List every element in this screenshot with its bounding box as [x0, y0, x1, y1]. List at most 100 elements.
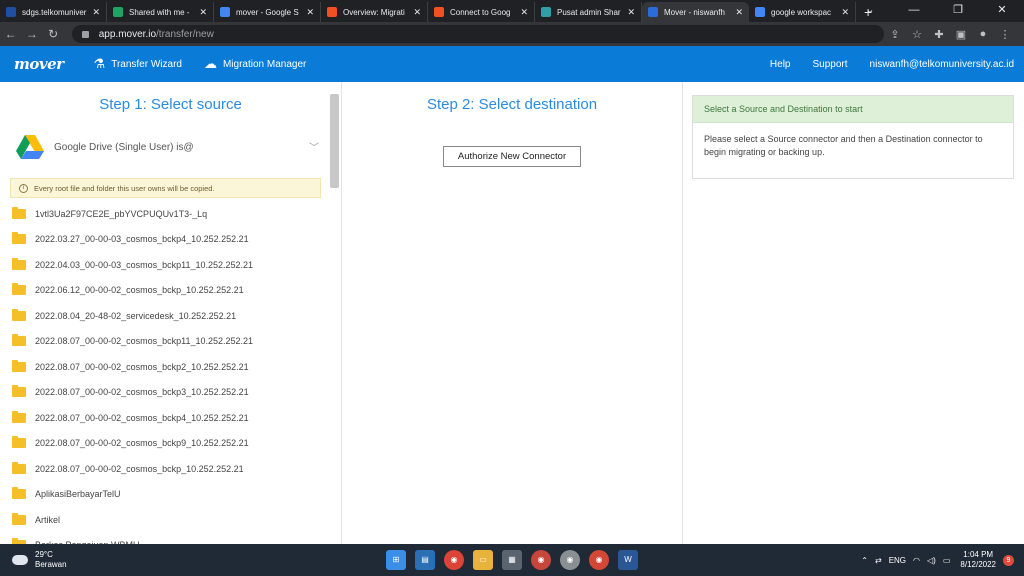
browser-tab[interactable]: google workspac ✕ — [749, 2, 856, 22]
battery-icon[interactable]: ▭ — [943, 556, 951, 565]
chrome-profile-icon[interactable]: ◉ — [531, 550, 551, 570]
address-bar: ← → ↻ app.mover.io/transfer/new ⇪ ☆ ✚ ▣ … — [0, 22, 1024, 46]
chrome-profile3-icon[interactable]: ◉ — [589, 550, 609, 570]
mover-logo[interactable]: mover — [14, 55, 64, 73]
step2-title: Step 2: Select destination — [426, 96, 598, 113]
list-item[interactable]: 2022.08.04_20-48-02_servicedesk_10.252.2… — [12, 303, 327, 329]
list-item[interactable]: AplikasiBerbayarTelU — [12, 482, 327, 508]
volume-icon[interactable]: ◁) — [927, 556, 936, 565]
word-icon[interactable]: W — [618, 550, 638, 570]
file-name: AplikasiBerbayarTelU — [35, 489, 121, 500]
tab-close-icon[interactable]: ✕ — [92, 7, 100, 18]
list-item[interactable]: 2022.08.07_00-00-02_cosmos_bckp11_10.252… — [12, 329, 327, 355]
nav-support[interactable]: Support — [813, 59, 848, 70]
notepad-icon[interactable]: ▤ — [415, 550, 435, 570]
wifi-icon[interactable]: ◠ — [913, 556, 920, 565]
store-icon[interactable]: ▦ — [502, 550, 522, 570]
nav-transfer-wizard[interactable]: ⚗ Transfer Wizard — [94, 56, 182, 72]
tab-label: Overview: Migrati — [343, 7, 405, 17]
tab-favicon-icon — [220, 7, 230, 17]
clock[interactable]: 1:04 PM 8/12/2022 — [960, 550, 996, 570]
nav-migration-manager-label: Migration Manager — [222, 58, 307, 70]
tab-close-icon[interactable]: ✕ — [627, 7, 635, 18]
source-scrollbar[interactable] — [330, 94, 339, 188]
tab-close-icon[interactable]: ✕ — [735, 7, 743, 18]
tab-close-icon[interactable]: ✕ — [199, 7, 207, 18]
tab-close-icon[interactable]: ✕ — [520, 7, 528, 18]
tab-favicon-icon — [434, 7, 444, 17]
back-icon[interactable]: ← — [0, 27, 21, 41]
browser-tab[interactable]: mover - Google S ✕ — [214, 2, 321, 22]
file-name: 2022.08.07_00-00-02_cosmos_bckp4_10.252.… — [35, 412, 249, 423]
start-icon[interactable]: ⊞ — [386, 550, 406, 570]
profile-icon[interactable]: ● — [972, 28, 994, 41]
start-info-body: Please select a Source connector and the… — [704, 134, 983, 157]
tab-favicon-icon — [113, 7, 123, 17]
file-name: 2022.08.07_00-00-02_cosmos_bckp_10.252.2… — [35, 463, 244, 474]
file-name: 2022.08.07_00-00-02_cosmos_bckp9_10.252.… — [35, 438, 249, 449]
chrome-icon[interactable]: ◉ — [444, 550, 464, 570]
extensions-icon[interactable]: ✚ — [928, 28, 950, 41]
tab-close-icon[interactable]: ✕ — [306, 7, 314, 18]
browser-menu-icon[interactable]: ⋮ — [994, 28, 1016, 41]
chevron-down-icon[interactable]: ﹀ — [309, 139, 319, 154]
source-connector-select[interactable]: Google Drive (Single User) is@ ﹀ — [10, 127, 325, 167]
tab-search-icon[interactable]: ⌄ — [848, 0, 892, 22]
folder-icon — [12, 206, 26, 219]
authorize-new-connector-button[interactable]: Authorize New Connector — [443, 146, 581, 167]
browser-tab[interactable]: Shared with me - ✕ — [107, 2, 214, 22]
list-item[interactable]: Artikel — [12, 507, 327, 533]
list-item[interactable]: 2022.06.12_00-00-02_cosmos_bckp_10.252.2… — [12, 278, 327, 304]
url-field[interactable]: app.mover.io/transfer/new — [71, 25, 884, 43]
nav-help[interactable]: Help — [770, 59, 791, 70]
restore-button[interactable]: ❐ — [936, 0, 980, 22]
chrome-profile2-icon[interactable]: ◉ — [560, 550, 580, 570]
list-item[interactable]: 2022.04.03_00-00-03_cosmos_bckp11_10.252… — [12, 252, 327, 278]
folder-icon — [12, 410, 26, 423]
cloud-icon — [12, 555, 28, 565]
browser-tab[interactable]: Overview: Migrati ✕ — [321, 2, 428, 22]
network-icon[interactable]: ⇄ — [875, 556, 882, 565]
file-name: Artikel — [35, 514, 61, 525]
list-item[interactable]: 1vtl3Ua2F97CE2E_pbYVCPUQUv1T3-_Lq — [12, 201, 327, 227]
list-item[interactable]: 2022.08.07_00-00-02_cosmos_bckp2_10.252.… — [12, 354, 327, 380]
notification-badge[interactable]: 9 — [1003, 554, 1014, 566]
close-window-button[interactable]: ✕ — [980, 0, 1024, 22]
step1-title: Step 1: Select source — [99, 96, 242, 113]
taskbar-apps: ⊞ ▤ ◉ ▭ ▦ ◉ ◉ ◉ W — [386, 550, 647, 570]
file-explorer-icon[interactable]: ▭ — [473, 550, 493, 570]
file-name: 2022.03.27_00-00-03_cosmos_bckp4_10.252.… — [35, 234, 249, 245]
list-item[interactable]: 2022.03.27_00-00-03_cosmos_bckp4_10.252.… — [12, 227, 327, 253]
folder-icon — [12, 512, 26, 525]
source-connector-label: Google Drive (Single User) is@ — [54, 141, 194, 153]
list-item[interactable]: 2022.08.07_00-00-02_cosmos_bckp3_10.252.… — [12, 380, 327, 406]
sidepanel-icon[interactable]: ▣ — [950, 28, 972, 41]
nav-user-account[interactable]: niswanfh@telkomuniversity.ac.id — [870, 59, 1014, 70]
weather-widget[interactable]: 29°C Berawan — [12, 550, 67, 570]
list-item[interactable]: 2022.08.07_00-00-02_cosmos_bckp9_10.252.… — [12, 431, 327, 457]
nav-migration-manager[interactable]: ☁ Migration Manager — [204, 56, 306, 72]
lang-indicator[interactable]: ENG — [889, 556, 906, 565]
forward-icon[interactable]: → — [21, 27, 42, 41]
browser-tab[interactable]: Mover - niswanfh ✕ — [642, 2, 749, 22]
minimize-button[interactable]: — — [892, 0, 936, 22]
list-item[interactable]: 2022.08.07_00-00-02_cosmos_bckp_10.252.2… — [12, 456, 327, 482]
list-item[interactable]: Berkas Pengajuan WBMU — [12, 533, 327, 544]
tab-close-icon[interactable]: ✕ — [413, 7, 421, 18]
browser-tab[interactable]: Connect to Goog ✕ — [428, 2, 535, 22]
tray-overflow-icon[interactable]: ⌃ — [861, 556, 868, 565]
tab-label: mover - Google S — [236, 7, 299, 17]
nav-right: Help Support niswanfh@telkomuniversity.a… — [748, 59, 1024, 70]
tab-label: google workspac — [771, 7, 832, 17]
browser-tab[interactable]: Pusat admin Shar ✕ — [535, 2, 642, 22]
share-icon[interactable]: ⇪ — [884, 28, 906, 41]
reload-icon[interactable]: ↻ — [43, 27, 64, 41]
file-name: 1vtl3Ua2F97CE2E_pbYVCPUQUv1T3-_Lq — [35, 208, 208, 219]
list-item[interactable]: 2022.08.07_00-00-02_cosmos_bckp4_10.252.… — [12, 405, 327, 431]
tab-favicon-icon — [327, 7, 337, 17]
folder-icon — [12, 257, 26, 270]
browser-tab[interactable]: sdgs.telkomuniver ✕ — [0, 2, 107, 22]
bookmark-star-icon[interactable]: ☆ — [906, 28, 928, 41]
destination-column: Step 2: Select destination Authorize New… — [342, 82, 683, 544]
cloud-upload-icon: ☁ — [203, 56, 217, 71]
